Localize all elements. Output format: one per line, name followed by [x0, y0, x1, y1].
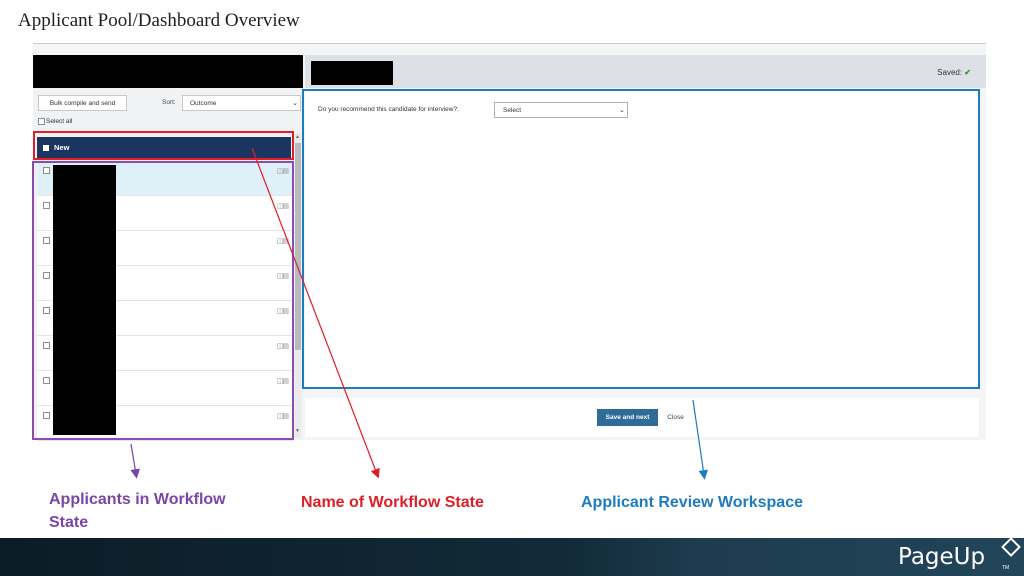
footer-band [0, 538, 1024, 576]
workspace-callout: Applicant Review Workspace [581, 494, 803, 511]
arrow-workflow-name [251, 147, 380, 479]
arrow-applicants [130, 443, 140, 479]
applicants-callout: Applicants in Workflow State [49, 491, 226, 531]
pageup-logo: PageUp [898, 544, 986, 570]
trademark-mark: TM [1002, 565, 1010, 571]
workflow-name-callout: Name of Workflow State [301, 494, 484, 511]
arrow-workspace [692, 399, 709, 480]
